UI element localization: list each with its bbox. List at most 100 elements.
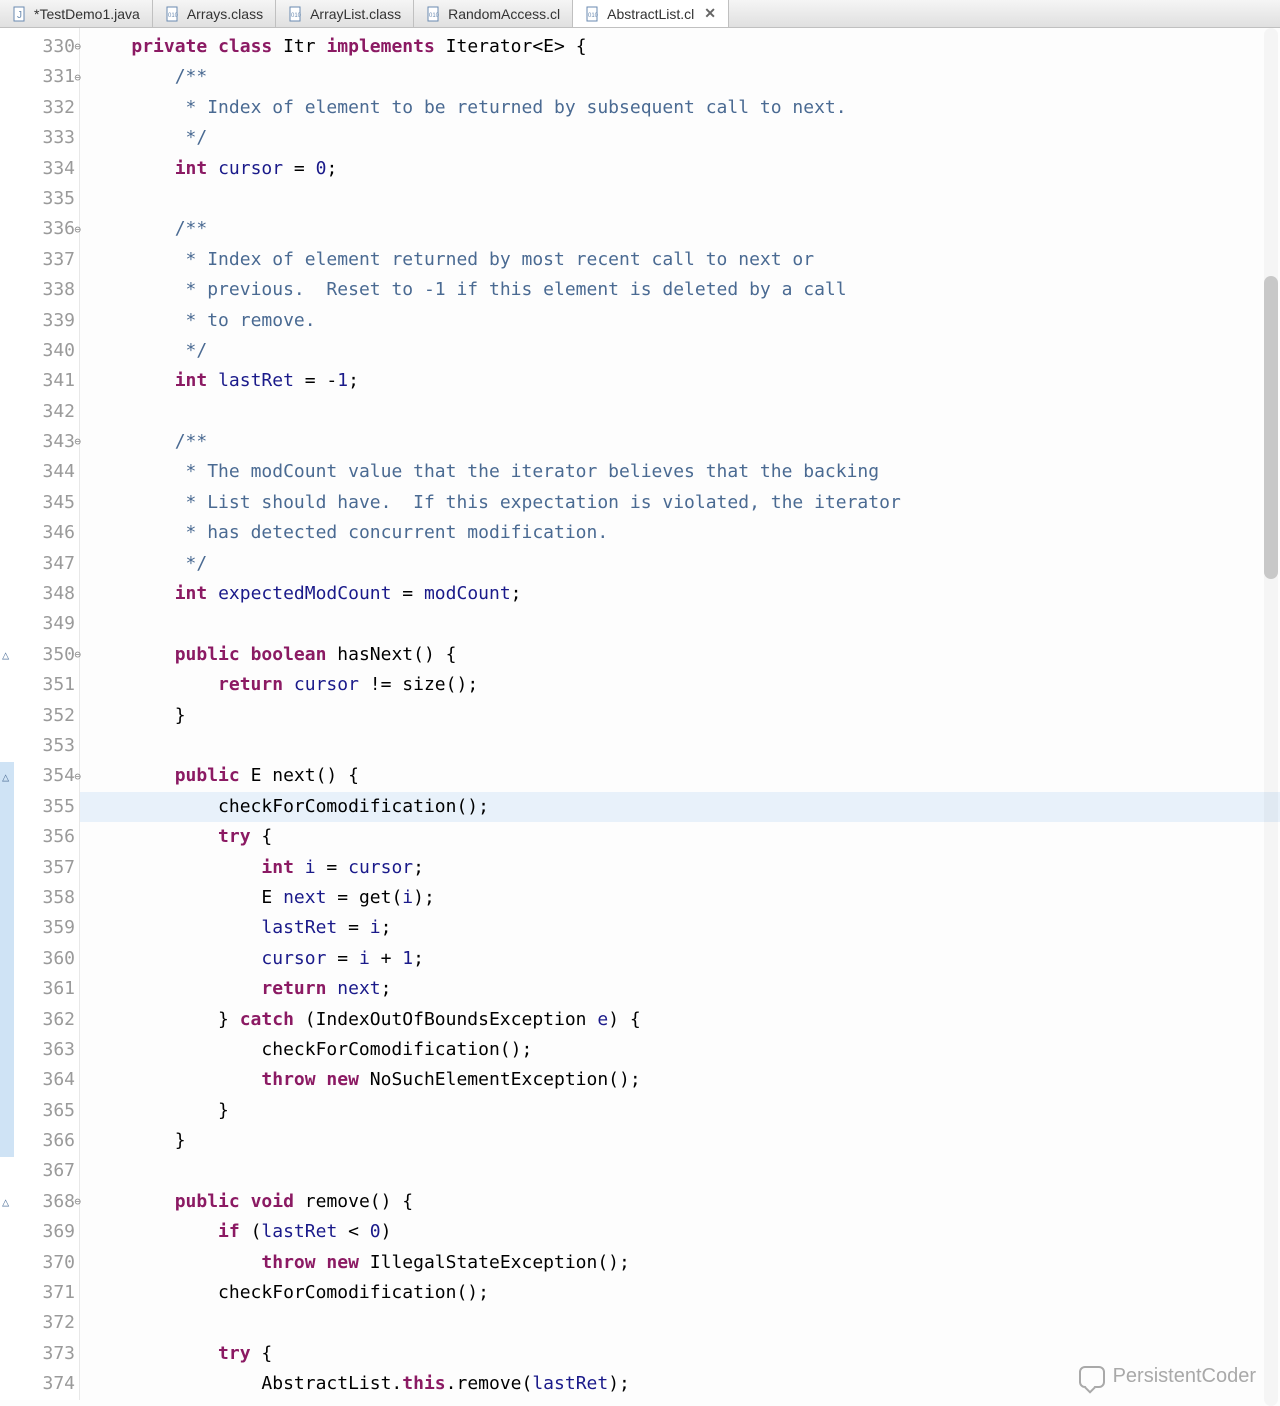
line-number[interactable]: 366 — [0, 1126, 79, 1156]
editor-tab[interactable]: 010AbstractList.cl✕ — [573, 0, 729, 27]
line-number[interactable]: 341 — [0, 366, 79, 396]
line-number[interactable]: 338 — [0, 275, 79, 305]
line-number[interactable]: 363 — [0, 1035, 79, 1065]
code-line[interactable]: checkForComodification(); — [80, 1278, 1280, 1308]
code-line[interactable] — [80, 397, 1280, 427]
code-line[interactable] — [80, 184, 1280, 214]
code-line[interactable]: checkForComodification(); — [80, 792, 1280, 822]
line-number[interactable]: 345 — [0, 488, 79, 518]
line-number[interactable]: 339 — [0, 306, 79, 336]
code-line[interactable]: } — [80, 1096, 1280, 1126]
code-line[interactable]: */ — [80, 549, 1280, 579]
code-line[interactable]: checkForComodification(); — [80, 1035, 1280, 1065]
code-line[interactable]: E next = get(i); — [80, 883, 1280, 913]
line-number[interactable]: 354△⊖ — [0, 761, 79, 791]
line-number[interactable]: 352 — [0, 701, 79, 731]
line-number[interactable]: 365 — [0, 1096, 79, 1126]
code-line[interactable]: /** — [80, 214, 1280, 244]
line-number[interactable]: 340 — [0, 336, 79, 366]
code-line[interactable]: } — [80, 701, 1280, 731]
line-number[interactable]: 331⊖ — [0, 62, 79, 92]
scrollbar-thumb[interactable] — [1264, 276, 1278, 579]
code-line[interactable]: * to remove. — [80, 306, 1280, 336]
code-line[interactable]: int lastRet = -1; — [80, 366, 1280, 396]
line-number[interactable]: 372 — [0, 1308, 79, 1338]
close-icon[interactable]: ✕ — [704, 5, 716, 22]
line-number[interactable]: 369 — [0, 1217, 79, 1247]
line-number[interactable]: 350△⊖ — [0, 640, 79, 670]
code-line[interactable]: } catch (IndexOutOfBoundsException e) { — [80, 1005, 1280, 1035]
line-number[interactable]: 370 — [0, 1248, 79, 1278]
line-number[interactable]: 343⊖ — [0, 427, 79, 457]
code-line[interactable]: * has detected concurrent modification. — [80, 518, 1280, 548]
fold-toggle-icon[interactable]: ⊖ — [74, 62, 81, 92]
fold-toggle-icon[interactable]: ⊖ — [74, 640, 81, 670]
code-line[interactable]: int cursor = 0; — [80, 154, 1280, 184]
line-number[interactable]: 359 — [0, 913, 79, 943]
fold-toggle-icon[interactable]: ⊖ — [74, 32, 81, 62]
code-line[interactable]: * List should have. If this expectation … — [80, 488, 1280, 518]
code-line[interactable]: * The modCount value that the iterator b… — [80, 457, 1280, 487]
code-line[interactable] — [80, 609, 1280, 639]
vertical-scrollbar[interactable] — [1264, 28, 1278, 1406]
line-number[interactable]: 358 — [0, 883, 79, 913]
code-line[interactable]: try { — [80, 822, 1280, 852]
editor-tab[interactable]: J*TestDemo1.java — [0, 0, 153, 27]
line-number[interactable]: 334 — [0, 154, 79, 184]
code-line[interactable] — [80, 1156, 1280, 1186]
code-line[interactable]: public void remove() { — [80, 1187, 1280, 1217]
line-number[interactable]: 361 — [0, 974, 79, 1004]
line-number[interactable]: 349 — [0, 609, 79, 639]
line-number[interactable]: 347 — [0, 549, 79, 579]
code-line[interactable]: int expectedModCount = modCount; — [80, 579, 1280, 609]
line-number[interactable]: 346 — [0, 518, 79, 548]
override-marker-icon[interactable]: △ — [2, 1187, 9, 1217]
code-area[interactable]: private class Itr implements Iterator<E>… — [80, 28, 1280, 1400]
code-line[interactable]: return next; — [80, 974, 1280, 1004]
override-marker-icon[interactable]: △ — [2, 640, 9, 670]
editor-tab[interactable]: 010Arrays.class — [153, 0, 276, 27]
code-line[interactable]: public E next() { — [80, 761, 1280, 791]
fold-toggle-icon[interactable]: ⊖ — [74, 214, 81, 244]
line-number[interactable]: 351 — [0, 670, 79, 700]
line-number[interactable]: 362 — [0, 1005, 79, 1035]
code-line[interactable] — [80, 731, 1280, 761]
line-number[interactable]: 357 — [0, 853, 79, 883]
code-line[interactable]: * Index of element returned by most rece… — [80, 245, 1280, 275]
line-number[interactable]: 355 — [0, 792, 79, 822]
line-number[interactable]: 364 — [0, 1065, 79, 1095]
code-line[interactable]: */ — [80, 123, 1280, 153]
code-line[interactable]: cursor = i + 1; — [80, 944, 1280, 974]
code-line[interactable]: * previous. Reset to -1 if this element … — [80, 275, 1280, 305]
line-number[interactable]: 330⊖ — [0, 32, 79, 62]
line-number[interactable]: 353 — [0, 731, 79, 761]
line-number[interactable]: 348 — [0, 579, 79, 609]
code-line[interactable]: int i = cursor; — [80, 853, 1280, 883]
fold-toggle-icon[interactable]: ⊖ — [74, 761, 81, 791]
line-number[interactable]: 337 — [0, 245, 79, 275]
editor-tab[interactable]: 010RandomAccess.cl — [414, 0, 573, 27]
line-number[interactable]: 367 — [0, 1156, 79, 1186]
line-number[interactable]: 333 — [0, 123, 79, 153]
code-line[interactable]: public boolean hasNext() { — [80, 640, 1280, 670]
line-number[interactable]: 336⊖ — [0, 214, 79, 244]
line-number[interactable]: 368△⊖ — [0, 1187, 79, 1217]
fold-toggle-icon[interactable]: ⊖ — [74, 1187, 81, 1217]
override-marker-icon[interactable]: △ — [2, 761, 9, 791]
line-number[interactable]: 371 — [0, 1278, 79, 1308]
editor-tab[interactable]: 010ArrayList.class — [276, 0, 414, 27]
line-number[interactable]: 373 — [0, 1339, 79, 1369]
line-number[interactable]: 344 — [0, 457, 79, 487]
fold-toggle-icon[interactable]: ⊖ — [74, 427, 81, 457]
code-line[interactable]: if (lastRet < 0) — [80, 1217, 1280, 1247]
line-number[interactable]: 342 — [0, 397, 79, 427]
code-line[interactable] — [80, 1308, 1280, 1338]
code-line[interactable]: * Index of element to be returned by sub… — [80, 93, 1280, 123]
line-number[interactable]: 335 — [0, 184, 79, 214]
code-line[interactable]: return cursor != size(); — [80, 670, 1280, 700]
code-line[interactable]: */ — [80, 336, 1280, 366]
code-line[interactable]: /** — [80, 427, 1280, 457]
code-line[interactable]: /** — [80, 62, 1280, 92]
code-line[interactable]: throw new IllegalStateException(); — [80, 1248, 1280, 1278]
code-line[interactable]: private class Itr implements Iterator<E>… — [80, 32, 1280, 62]
